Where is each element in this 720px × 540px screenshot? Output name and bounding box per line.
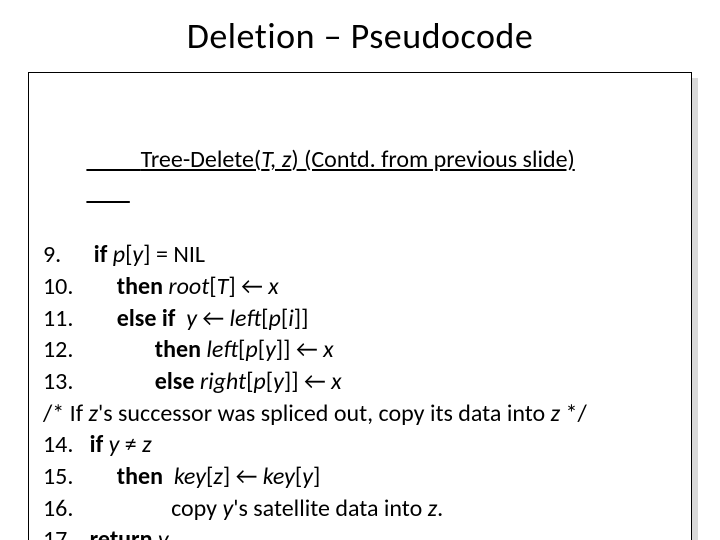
bracket: [: [261, 304, 268, 333]
var: y: [265, 335, 276, 364]
tail: ]] ←: [276, 335, 323, 364]
func-tail: ) (Contd. from previous slide): [291, 145, 574, 174]
code-line-17: 17. return y: [43, 524, 677, 540]
var: y: [302, 462, 313, 491]
line-num: 17.: [43, 525, 73, 540]
var: T: [217, 272, 229, 301]
line-num: 15.: [43, 462, 73, 491]
text: 's satellite data into: [233, 494, 428, 523]
var: z: [88, 399, 97, 428]
var: y: [273, 367, 284, 396]
kw-then: then: [117, 272, 169, 301]
code-line-15: 15. then key[z] ← key[y]: [43, 461, 677, 493]
bracket: ]: [313, 462, 320, 491]
kw-elseif: else if: [117, 304, 186, 333]
var: z: [551, 399, 560, 428]
var: p: [253, 367, 265, 396]
var: p: [113, 240, 125, 269]
var: y: [186, 304, 202, 333]
var: z: [213, 462, 222, 491]
tail: ] = NIL: [143, 240, 205, 269]
line-num: 9.: [43, 240, 61, 269]
line-num: 12.: [43, 335, 73, 364]
var: x: [268, 272, 278, 301]
bracket: ]]: [294, 304, 309, 333]
text: copy: [171, 494, 222, 523]
var: right: [200, 367, 246, 396]
text: .: [437, 494, 443, 523]
var: z: [428, 494, 437, 523]
var: root: [168, 272, 209, 301]
code-container: Tree-Delete(T, z) (Contd. from previous …: [28, 72, 692, 540]
kw-return: return: [90, 525, 158, 540]
kw-then: then: [155, 335, 207, 364]
code-line-9: 9. if p[y] = NIL: [43, 239, 677, 271]
var: x: [323, 335, 333, 364]
tail: ] ←: [228, 272, 268, 301]
line-num: 10.: [43, 272, 73, 301]
tail: ]] ←: [284, 367, 331, 396]
kw-if: if: [90, 430, 109, 459]
comment-text: /* If: [43, 399, 88, 428]
var: key: [263, 462, 295, 491]
func-name: Tree-Delete(: [141, 145, 262, 174]
arrow: ←: [202, 304, 229, 333]
slide: Deletion – Pseudocode Tree-Delete(T, z) …: [0, 0, 720, 540]
kw-if: if: [94, 240, 113, 269]
kw-else: else: [155, 367, 200, 396]
code-comment: /* If z's successor was spliced out, cop…: [43, 398, 677, 430]
var: y: [132, 240, 143, 269]
code-line-10: 10. then root[T] ← x: [43, 271, 677, 303]
code-line-16: 16. copy y's satellite data into z.: [43, 493, 677, 525]
var: p: [245, 335, 257, 364]
line-num: 11.: [43, 304, 73, 333]
var: y: [109, 430, 125, 459]
var: p: [269, 304, 281, 333]
neq: ≠: [125, 430, 142, 459]
var: z: [142, 430, 151, 459]
comment-text: */: [560, 399, 587, 428]
bracket: [: [209, 272, 216, 301]
var: key: [174, 462, 206, 491]
bracket: [: [258, 335, 265, 364]
code-line-14: 14. if y ≠ z: [43, 429, 677, 461]
var: left: [206, 335, 238, 364]
var: x: [331, 367, 341, 396]
code-header: Tree-Delete(T, z) (Contd. from previous …: [43, 81, 677, 239]
line-num: 13.: [43, 367, 73, 396]
var: y: [222, 494, 233, 523]
slide-title: Deletion – Pseudocode: [28, 14, 692, 58]
line-num: 16.: [43, 494, 73, 523]
comment-text: 's successor was spliced out, copy its d…: [98, 399, 551, 428]
code-line-11: 11. else if y ← left[p[i]]: [43, 303, 677, 335]
code-line-13: 13. else right[p[y]] ← x: [43, 366, 677, 398]
var: left: [230, 304, 262, 333]
tail: ] ←: [223, 462, 263, 491]
var: y: [158, 525, 169, 540]
kw-then: then: [117, 462, 174, 491]
line-num: 14.: [43, 430, 73, 459]
code-line-12: 12. then left[p[y]] ← x: [43, 334, 677, 366]
func-args: T, z: [261, 145, 291, 174]
code-box: Tree-Delete(T, z) (Contd. from previous …: [28, 72, 692, 540]
